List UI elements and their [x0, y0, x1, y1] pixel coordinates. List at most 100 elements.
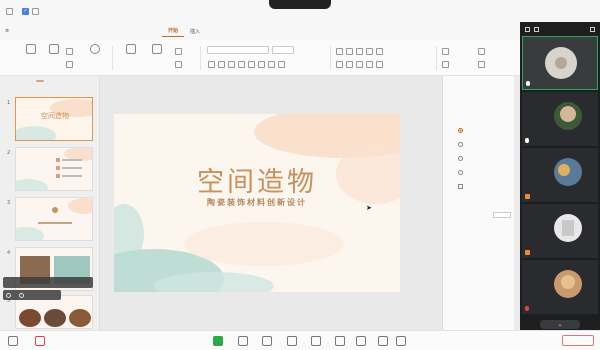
ribbon-divider: [200, 46, 201, 70]
slide-number: 2: [7, 150, 11, 156]
collapse-panel-button[interactable]: ⌄: [540, 320, 580, 329]
highlight-icon[interactable]: [278, 61, 285, 68]
slide-thumbnail-5[interactable]: [15, 295, 93, 329]
format-painter-icon[interactable]: [66, 61, 73, 68]
slide-subtitle[interactable]: 陶瓷装饰材料创新设计: [114, 197, 400, 208]
tab-11[interactable]: [290, 25, 302, 37]
tab-5[interactable]: [218, 25, 230, 37]
participant-tile-5[interactable]: [522, 260, 598, 314]
radio-icon: [458, 170, 463, 175]
tab-outline[interactable]: [28, 80, 36, 82]
doc-tab[interactable]: [16, 24, 26, 38]
meeting-status-pill[interactable]: [269, 0, 331, 9]
section-icon[interactable]: [175, 61, 182, 68]
tab-12[interactable]: [302, 25, 314, 37]
align-left-icon[interactable]: [336, 61, 343, 68]
slide-thumbnail-2[interactable]: [15, 147, 93, 191]
tab-8[interactable]: [254, 25, 266, 37]
layout-icon[interactable]: [175, 48, 182, 55]
close-icon[interactable]: [590, 27, 595, 32]
tab-insert[interactable]: 插入: [184, 25, 206, 37]
record-icon[interactable]: [287, 336, 297, 346]
ribbon-button-3[interactable]: [86, 44, 104, 70]
fill-option-1[interactable]: [458, 128, 466, 133]
numbered-list-icon[interactable]: [346, 48, 353, 55]
participant-2-video: [522, 92, 598, 146]
mic-icon[interactable]: [8, 336, 18, 346]
font-color-icon[interactable]: [268, 61, 275, 68]
reaction-icon[interactable]: [311, 336, 321, 346]
slide-title[interactable]: 空间造物: [114, 160, 400, 199]
fill-option-4[interactable]: [458, 170, 466, 175]
mic-icon[interactable]: [6, 292, 11, 298]
floating-control-bar[interactable]: [3, 290, 61, 300]
align-justify-icon[interactable]: [366, 61, 373, 68]
shape-icon[interactable]: [442, 48, 449, 55]
grid-view-icon[interactable]: [525, 27, 530, 32]
participant-tile-2[interactable]: [522, 92, 598, 146]
font-size-field[interactable]: [272, 46, 294, 54]
indent-decrease-icon[interactable]: [356, 48, 363, 55]
fill-option-2[interactable]: [458, 142, 466, 147]
mic-icon: [526, 81, 530, 86]
hide-background-checkbox[interactable]: [458, 184, 466, 189]
cut-icon[interactable]: [66, 48, 73, 55]
ribbon-button-1-icon: [26, 44, 36, 54]
participant-tile-1[interactable]: [522, 36, 598, 90]
tab-4[interactable]: [206, 25, 218, 37]
strikethrough-icon[interactable]: [238, 61, 245, 68]
chat-icon[interactable]: [262, 336, 272, 346]
ribbon-button-1[interactable]: [22, 44, 40, 70]
tab-home[interactable]: 开始: [162, 25, 185, 37]
indent-increase-icon[interactable]: [366, 48, 373, 55]
participant-tile-4[interactable]: [522, 204, 598, 258]
participant-5-video: [522, 260, 598, 314]
title-bar: ≡ 开始 插入: [0, 22, 520, 40]
settings-icon[interactable]: [396, 336, 406, 346]
subscript-icon[interactable]: [258, 61, 265, 68]
participant-tile-3[interactable]: [522, 148, 598, 202]
textbox-icon[interactable]: [442, 61, 449, 68]
slide-thumbnail-3[interactable]: [15, 197, 93, 241]
tab-1[interactable]: [150, 25, 162, 37]
italic-icon[interactable]: [218, 61, 225, 68]
camera-off-icon[interactable]: [35, 336, 45, 346]
line-spacing-icon[interactable]: [376, 48, 383, 55]
participants-icon[interactable]: [238, 336, 248, 346]
participant-3-video: [522, 148, 598, 202]
current-slide[interactable]: 空间造物 陶瓷装饰材料创新设计 ➤: [114, 114, 400, 292]
ribbon-button-4[interactable]: [122, 44, 140, 70]
share-screen-icon[interactable]: [213, 336, 223, 346]
superscript-icon[interactable]: [248, 61, 255, 68]
host-badge-icon: [525, 194, 530, 199]
arrange-icon[interactable]: [478, 48, 485, 55]
font-name-field[interactable]: [207, 46, 269, 54]
tab-10[interactable]: [278, 25, 290, 37]
text-direction-icon[interactable]: [376, 61, 383, 68]
align-right-icon[interactable]: [356, 61, 363, 68]
bold-icon[interactable]: [208, 61, 215, 68]
apps-icon[interactable]: [356, 336, 366, 346]
end-meeting-button[interactable]: [562, 335, 594, 346]
ribbon-button-2[interactable]: [45, 44, 63, 70]
floating-info-bar[interactable]: [3, 277, 93, 288]
whiteboard-icon[interactable]: [335, 336, 345, 346]
tab-slides[interactable]: [36, 80, 44, 82]
ribbon-toolbar: [0, 40, 520, 76]
align-center-icon[interactable]: [346, 61, 353, 68]
fill-option-3[interactable]: [458, 156, 466, 161]
transparency-field[interactable]: [493, 212, 511, 218]
underline-icon[interactable]: [228, 61, 235, 68]
slide-thumbnail-1[interactable]: 空间造物: [15, 97, 93, 141]
tab-7[interactable]: [242, 25, 254, 37]
ribbon-button-5[interactable]: [148, 44, 166, 70]
select-icon[interactable]: [478, 61, 485, 68]
app-menu-tab[interactable]: ≡: [0, 24, 16, 38]
bullet-list-icon[interactable]: [336, 48, 343, 55]
more-icon[interactable]: [378, 336, 388, 346]
tab-6[interactable]: [230, 25, 242, 37]
tab-9[interactable]: [266, 25, 278, 37]
speaker-view-icon[interactable]: [534, 27, 539, 32]
menu-icon: ≡: [5, 28, 10, 34]
chevron-down-icon[interactable]: [19, 292, 24, 298]
